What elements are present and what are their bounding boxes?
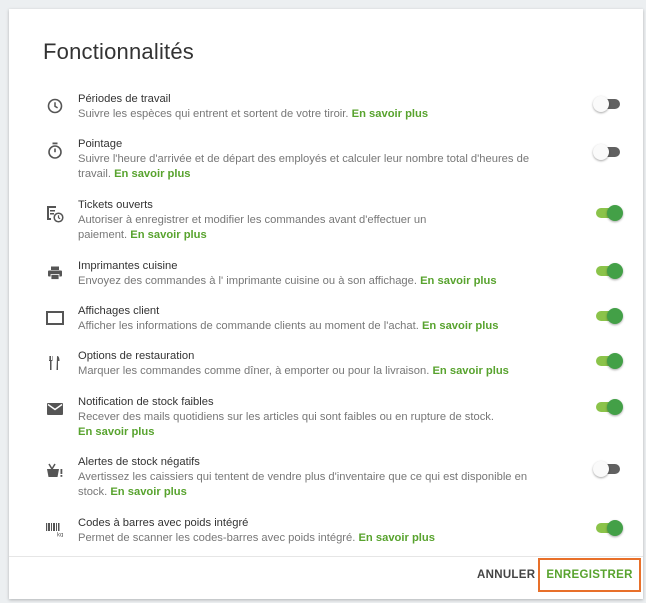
mail-icon [45, 399, 65, 419]
feature-name: Affichages client [78, 305, 160, 317]
feature-toggle[interactable] [593, 308, 623, 324]
feature-name: Alertes de stock négatifs [78, 456, 200, 468]
feature-description: Envoyez des commandes à l' imprimante cu… [78, 275, 497, 287]
feature-description: Recever des mails quotidiens sur les art… [78, 411, 495, 438]
feature-toggle[interactable] [593, 353, 623, 369]
feature-toggle[interactable] [593, 399, 623, 415]
printer-icon [45, 263, 65, 283]
feature-name: Codes à barres avec poids intégré [78, 517, 249, 529]
feature-name: Options de restauration [78, 350, 195, 362]
feature-row-weight-barcodes: kg Codes à barres avec poids intégré Per… [9, 517, 643, 558]
feature-description: Marquer les commandes comme dîner, à emp… [78, 365, 509, 377]
feature-row-negative-stock-alerts: Alertes de stock négatifs Avertissez les… [9, 456, 643, 498]
display-icon [45, 308, 65, 328]
stopwatch-icon [45, 141, 65, 161]
features-card: Fonctionnalités Périodes de travail Suiv… [9, 9, 643, 599]
page-title: Fonctionnalités [43, 39, 194, 64]
learn-more-link[interactable]: En savoir plus [78, 426, 154, 438]
save-button[interactable]: ENREGISTRER [538, 558, 641, 592]
ticket-clock-icon [45, 204, 65, 224]
learn-more-link[interactable]: En savoir plus [130, 229, 206, 241]
feature-row-customer-displays: Affichages client Afficher les informati… [9, 305, 643, 346]
basket-alert-icon [45, 461, 65, 481]
feature-row-work-periods: Périodes de travail Suivre les espèces q… [9, 93, 643, 134]
feature-name: Pointage [78, 138, 123, 150]
feature-description: Autoriser à enregistrer et modifier les … [78, 214, 427, 241]
feature-description: Avertissez les caissiers qui tentent de … [78, 471, 528, 498]
feature-name: Tickets ouverts [78, 199, 153, 211]
feature-toggle[interactable] [593, 144, 623, 160]
footer-divider [9, 556, 643, 557]
feature-name: Notification de stock faibles [78, 396, 214, 408]
cancel-button[interactable]: ANNULER [477, 569, 535, 581]
feature-toggle[interactable] [593, 96, 623, 112]
learn-more-link[interactable]: En savoir plus [422, 320, 498, 332]
feature-description: Suivre les espèces qui entrent et sorten… [78, 108, 429, 120]
feature-toggle[interactable] [593, 461, 623, 477]
feature-toggle[interactable] [593, 263, 623, 279]
feature-row-dining-options: Options de restauration Marquer les comm… [9, 350, 643, 391]
feature-row-kitchen-printers: Imprimantes cuisine Envoyez des commande… [9, 260, 643, 301]
learn-more-link[interactable]: En savoir plus [432, 365, 508, 377]
feature-toggle[interactable] [593, 205, 623, 221]
feature-row-low-stock-notification: Notification de stock faibles Recever de… [9, 396, 643, 438]
learn-more-link[interactable]: En savoir plus [352, 108, 428, 120]
feature-toggle[interactable] [593, 520, 623, 536]
feature-name: Imprimantes cuisine [78, 260, 178, 272]
learn-more-link[interactable]: En savoir plus [420, 275, 496, 287]
barcode-kg-icon: kg [45, 519, 65, 539]
learn-more-link[interactable]: En savoir plus [358, 532, 434, 544]
learn-more-link[interactable]: En savoir plus [110, 486, 186, 498]
learn-more-link[interactable]: En savoir plus [114, 168, 190, 180]
feature-description: Suivre l'heure d'arrivée et de départ de… [78, 153, 530, 180]
feature-name: Périodes de travail [78, 93, 171, 105]
feature-row-open-tickets: Tickets ouverts Autoriser à enregistrer … [9, 199, 643, 241]
fork-knife-icon [45, 353, 65, 373]
feature-description: Afficher les informations de commande cl… [78, 320, 499, 332]
feature-description: Permet de scanner les codes-barres avec … [78, 532, 435, 544]
clock-icon [45, 96, 65, 116]
svg-text:kg: kg [57, 533, 63, 538]
feature-row-time-clock: Pointage Suivre l'heure d'arrivée et de … [9, 138, 643, 180]
